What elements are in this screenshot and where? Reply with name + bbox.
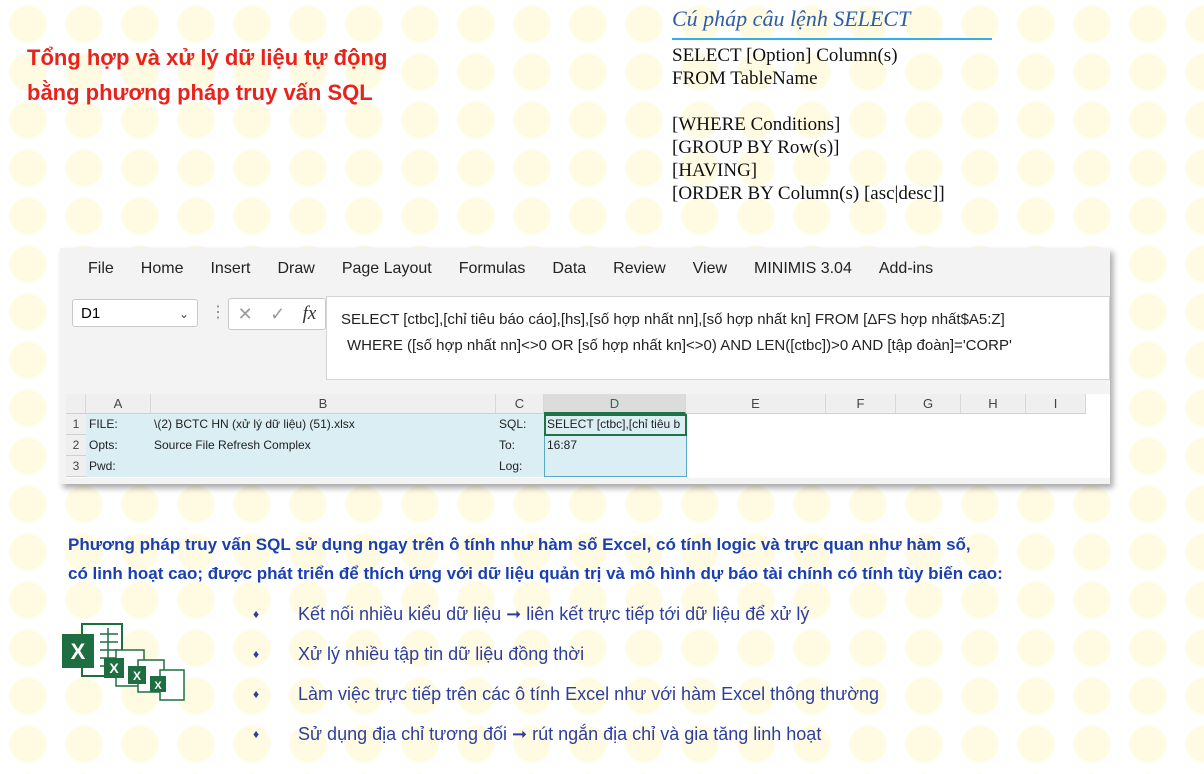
list-item: ♦ Xử lý nhiều tập tin dữ liệu đồng thời	[248, 640, 879, 680]
feature-list: ♦ Kết nối nhiều kiểu dữ liệu ➞ liên kết …	[248, 600, 879, 760]
menu-formulas[interactable]: Formulas	[459, 260, 526, 278]
column-header[interactable]: C	[496, 394, 544, 414]
menu-file[interactable]: File	[88, 260, 114, 278]
cell-c2[interactable]: To:	[496, 435, 544, 456]
list-item-text: Sử dụng địa chỉ tương đối ➞ rút ngắn địa…	[298, 724, 822, 744]
description-line-2: có linh hoạt cao; được phát triển để thí…	[68, 564, 1003, 583]
cell-a1[interactable]: FILE:	[86, 414, 151, 435]
svg-text:X: X	[133, 669, 141, 683]
column-header[interactable]: D	[544, 394, 686, 414]
bullet-icon: ♦	[253, 647, 260, 661]
description: Phương pháp truy vấn SQL sử dụng ngay tr…	[68, 530, 1003, 588]
svg-text:X: X	[71, 639, 86, 664]
column-header[interactable]: I	[1026, 394, 1086, 414]
bullet-icon: ♦	[253, 607, 260, 621]
cell-c1[interactable]: SQL:	[496, 414, 544, 435]
chevron-down-icon[interactable]: ⌄	[179, 300, 189, 328]
svg-text:X: X	[109, 660, 119, 676]
cell-b2[interactable]: Source File Refresh Complex	[151, 435, 496, 456]
menu-view[interactable]: View	[693, 260, 727, 278]
syntax-line: FROM TableName	[672, 68, 818, 89]
cell-b1[interactable]: \(2) BCTC HN (xử lý dữ liệu) (51).xlsx	[151, 414, 496, 435]
cell-c3[interactable]: Log:	[496, 456, 544, 477]
insert-function-icon[interactable]: fx	[303, 303, 317, 325]
list-item: ♦ Làm việc trực tiếp trên các ô tính Exc…	[248, 680, 879, 720]
syntax-line: [HAVING]	[672, 160, 758, 181]
description-line-1: Phương pháp truy vấn SQL sử dụng ngay tr…	[68, 535, 971, 554]
list-item: ♦ Kết nối nhiều kiểu dữ liệu ➞ liên kết …	[248, 600, 879, 640]
menu-home[interactable]: Home	[141, 260, 184, 278]
menu-insert[interactable]: Insert	[210, 260, 250, 278]
svg-text:X: X	[154, 680, 162, 692]
list-item-text: Làm việc trực tiếp trên các ô tính Excel…	[298, 684, 880, 704]
syntax-line: [WHERE Conditions]	[672, 114, 841, 135]
syntax-line: [GROUP BY Row(s)]	[672, 137, 840, 158]
excel-window: File Home Insert Draw Page Layout Formul…	[60, 248, 1110, 484]
active-cell-outline	[544, 414, 687, 436]
row-header[interactable]: 3	[66, 456, 86, 477]
column-header[interactable]: H	[961, 394, 1026, 414]
syntax-heading: Cú pháp câu lệnh SELECT	[672, 6, 992, 40]
confirm-icon[interactable]: ✓	[270, 304, 285, 325]
menu-data[interactable]: Data	[552, 260, 586, 278]
title-line-1: Tổng hợp và xử lý dữ liệu tự động	[27, 45, 388, 70]
cell-b3[interactable]	[151, 456, 496, 477]
menu-minimis[interactable]: MINIMIS 3.04	[754, 260, 852, 278]
cancel-icon[interactable]: ✕	[238, 304, 253, 325]
menu-draw[interactable]: Draw	[277, 260, 314, 278]
row-header[interactable]: 2	[66, 435, 86, 456]
column-header[interactable]: E	[686, 394, 826, 414]
excel-files-icon: X X X X	[62, 623, 185, 701]
column-header[interactable]: B	[151, 394, 496, 414]
bullet-icon: ♦	[253, 687, 260, 701]
list-item-text: Xử lý nhiều tập tin dữ liệu đồng thời	[298, 644, 585, 664]
syntax-line: SELECT [Option] Column(s)	[672, 45, 898, 66]
title-line-2: bằng phương pháp truy vấn SQL	[27, 80, 373, 105]
name-box-value: D1	[81, 305, 101, 322]
ribbon-menu: File Home Insert Draw Page Layout Formul…	[60, 248, 1110, 290]
syntax-line: [ORDER BY Column(s) [asc|desc]]	[672, 183, 945, 204]
more-vertical-icon: ⋮	[210, 304, 226, 321]
formula-line-2: WHERE ([số hợp nhất nn]<>0 OR [số hợp nh…	[347, 337, 1012, 354]
syntax-panel: Cú pháp câu lệnh SELECT SELECT [Option] …	[672, 6, 992, 205]
list-item: ♦ Sử dụng địa chỉ tương đối ➞ rút ngắn đ…	[248, 720, 879, 760]
formula-controls: ✕ ✓ fx	[228, 298, 326, 330]
cell-a2[interactable]: Opts:	[86, 435, 151, 456]
formula-line-1: SELECT [ctbc],[chỉ tiêu báo cáo],[hs],[s…	[341, 311, 1005, 328]
name-box[interactable]: D1 ⌄	[72, 299, 198, 327]
formula-input[interactable]: SELECT [ctbc],[chỉ tiêu báo cáo],[hs],[s…	[326, 296, 1110, 380]
column-header[interactable]: G	[896, 394, 961, 414]
column-header[interactable]: F	[826, 394, 896, 414]
row-header[interactable]: 1	[66, 414, 86, 435]
list-item-text: Kết nối nhiều kiểu dữ liệu ➞ liên kết tr…	[298, 604, 810, 624]
bullet-icon: ♦	[253, 727, 260, 741]
formula-bar: D1 ⌄ ⋮ ✕ ✓ fx SELECT [ctbc],[chỉ tiêu bá…	[72, 296, 1110, 384]
select-all-corner[interactable]	[66, 394, 86, 414]
menu-review[interactable]: Review	[613, 260, 665, 278]
column-header[interactable]: A	[86, 394, 151, 414]
menu-add-ins[interactable]: Add-ins	[879, 260, 933, 278]
page-title: Tổng hợp và xử lý dữ liệu tự động bằng p…	[27, 40, 387, 110]
worksheet-grid[interactable]: A B C D E F G H I 1 2 3 FILE: Opts: Pwd:…	[66, 394, 1110, 478]
menu-page-layout[interactable]: Page Layout	[342, 260, 432, 278]
cell-a3[interactable]: Pwd:	[86, 456, 151, 477]
